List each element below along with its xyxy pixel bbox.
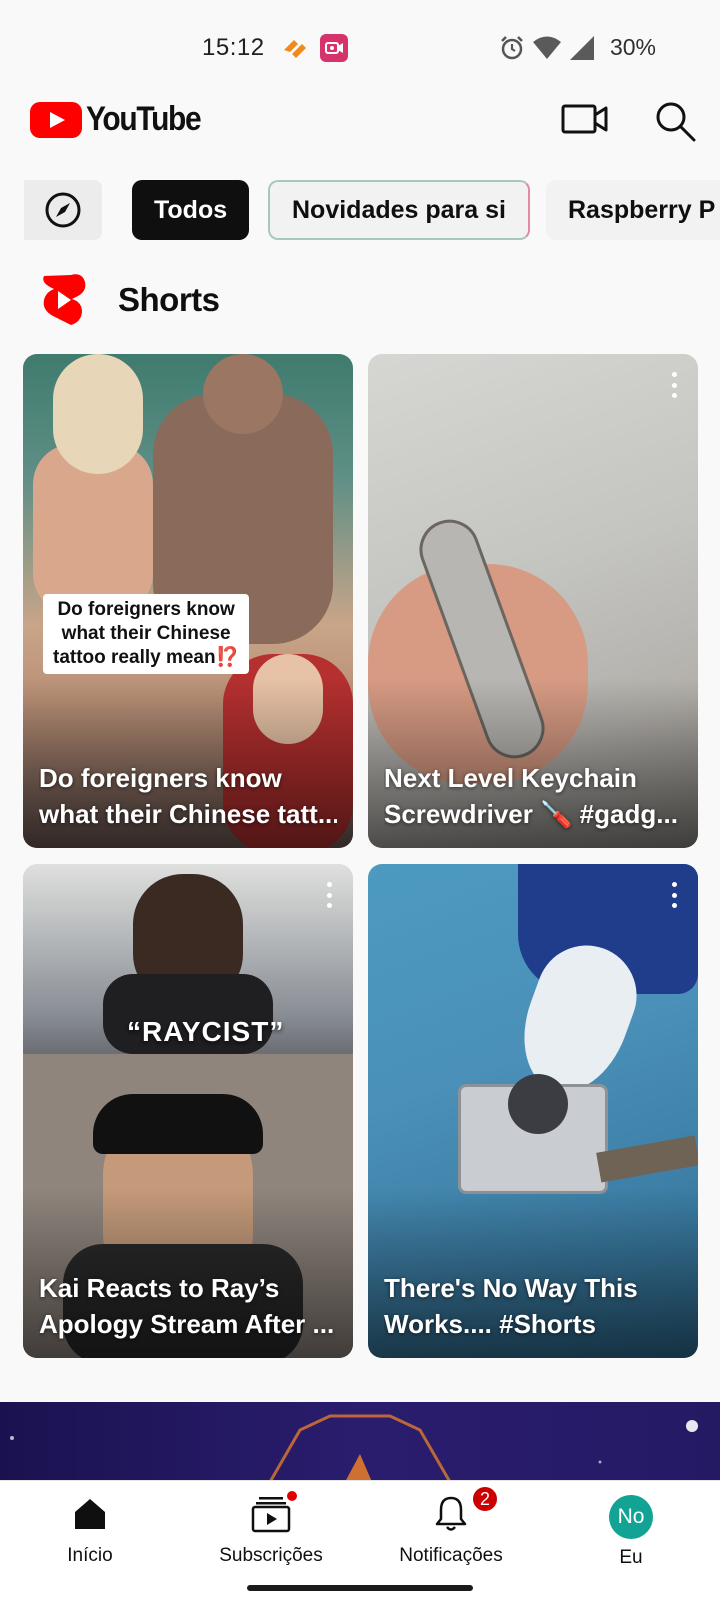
overlay-text: “RAYCIST” <box>127 1016 285 1047</box>
chip-novidades[interactable]: Novidades para si <box>268 180 530 240</box>
nav-label: Subscrições <box>219 1545 323 1566</box>
avatar: No <box>609 1495 653 1539</box>
cell-signal-icon <box>570 36 594 60</box>
search-icon[interactable] <box>652 98 698 144</box>
screen-recorder-icon <box>320 34 348 62</box>
bottom-navigation: Início Subscrições 2 Notificações No Eu <box>0 1480 720 1600</box>
short-card[interactable]: “RAYCIST” Kai Reacts to Ray’s Apology St… <box>23 864 353 1358</box>
short-title: Next Level Keychain Screwdriver 🪛 #gadg.… <box>384 763 678 829</box>
bell-icon: 2 <box>429 1485 499 1535</box>
notification-badge: 2 <box>471 1485 499 1513</box>
short-card[interactable]: There's No Way This Works.... #Shorts <box>368 864 698 1358</box>
nav-label: Notificações <box>399 1545 503 1566</box>
status-time: 15:12 <box>202 34 265 61</box>
new-content-dot <box>285 1489 299 1503</box>
chip-raspberry[interactable]: Raspberry P <box>546 180 720 240</box>
video-thumbnail-peek[interactable] <box>0 1402 720 1482</box>
shorts-logo-icon <box>43 274 86 325</box>
alarm-icon <box>501 36 523 60</box>
app-bar: YouTube <box>0 96 720 170</box>
short-title: There's No Way This Works.... #Shorts <box>384 1273 638 1339</box>
nav-label: Início <box>67 1545 113 1566</box>
home-icon <box>68 1493 112 1535</box>
short-card[interactable]: Next Level Keychain Screwdriver 🪛 #gadg.… <box>368 354 698 848</box>
nav-you[interactable]: No Eu <box>546 1481 716 1581</box>
youtube-play-icon <box>30 101 82 138</box>
battery-percent: 30% <box>609 34 656 60</box>
status-bar: 15:12 30% <box>0 0 720 96</box>
short-title: Kai Reacts to Ray’s Apology Stream After… <box>39 1273 335 1339</box>
more-options-button[interactable] <box>664 370 684 400</box>
home-indicator[interactable] <box>247 1585 473 1591</box>
thumbnail-art <box>10 1414 698 1482</box>
shorts-section-header: Shorts <box>38 272 220 328</box>
shorts-title: Shorts <box>118 281 220 318</box>
nav-notifications[interactable]: 2 Notificações <box>366 1481 536 1581</box>
short-card[interactable]: Do foreigners know what their Chinese ta… <box>23 354 353 848</box>
explore-button[interactable] <box>24 180 102 240</box>
more-options-button[interactable] <box>664 880 684 910</box>
short-title: Do foreigners know what their Chinese ta… <box>39 763 337 829</box>
app-notification-icon <box>284 40 306 58</box>
filter-chips: Todos Novidades para si Raspberry P <box>0 180 720 240</box>
subscriptions-icon <box>249 1489 299 1535</box>
nav-label: Eu <box>619 1547 643 1568</box>
compass-icon <box>45 192 81 228</box>
nav-home[interactable]: Início <box>5 1481 175 1581</box>
more-options-button[interactable] <box>319 880 339 910</box>
cast-icon[interactable] <box>560 100 610 140</box>
logo-text: YouTube <box>86 100 202 138</box>
chip-todos[interactable]: Todos <box>132 180 250 240</box>
youtube-logo[interactable]: YouTube <box>30 100 216 139</box>
overlay-caption: Do foreigners know what their Chinese ta… <box>43 594 250 674</box>
nav-subscriptions[interactable]: Subscrições <box>186 1481 356 1581</box>
wifi-icon <box>533 36 561 59</box>
